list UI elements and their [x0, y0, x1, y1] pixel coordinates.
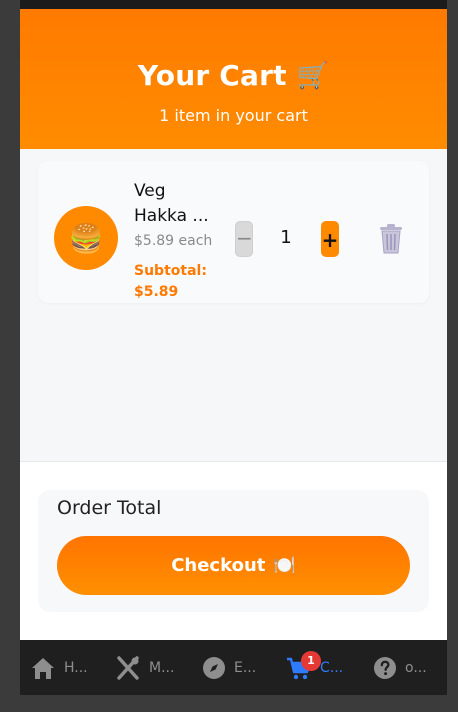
tab-menu[interactable]: M...: [115, 640, 174, 695]
tab-other[interactable]: o...: [373, 640, 427, 695]
item-unit-price: $5.89 each: [134, 233, 213, 249]
bottom-strip: [20, 695, 447, 712]
tab-menu-label: M...: [149, 659, 175, 676]
decrease-quantity-button[interactable]: −: [235, 221, 253, 257]
burger-icon: 🍔: [54, 206, 118, 270]
help-icon: [374, 656, 396, 679]
utensils-icon: [117, 655, 139, 680]
item-name: Veg Hakka ...: [134, 181, 209, 226]
title-row: Your Cart 🛒: [20, 59, 447, 92]
shopping-cart-icon: 🛒: [296, 60, 330, 91]
order-summary-area: Order Total Checkout 🍽️: [20, 461, 447, 640]
tab-home[interactable]: H...: [30, 640, 88, 695]
compass-icon: [203, 656, 225, 679]
cart-badge: 1: [301, 651, 321, 671]
tab-cart[interactable]: C... 1: [286, 640, 343, 695]
order-total-card: Order Total Checkout 🍽️: [38, 490, 429, 612]
cart-count-subtitle: 1 item in your cart: [159, 106, 308, 125]
status-bar: [20, 0, 447, 9]
tab-home-label: H...: [64, 659, 88, 676]
item-subtotal: Subtotal: $5.89: [134, 263, 207, 300]
app-screen: Your Cart 🛒 1 item in your cart 🍔 Veg Ha…: [20, 0, 447, 712]
trash-icon[interactable]: [377, 224, 405, 254]
bottom-tab-bar: H... M... E... C... 1 o...: [20, 640, 447, 695]
cart-item-card: 🍔 Veg Hakka ... $5.89 each Subtotal: $5.…: [38, 161, 429, 303]
quantity-value: 1: [280, 227, 292, 248]
order-total-label: Order Total: [57, 497, 162, 519]
tab-cart-label: C...: [320, 659, 344, 676]
tab-explore-label: E...: [234, 659, 257, 676]
home-icon: [32, 657, 54, 679]
checkout-button[interactable]: Checkout 🍽️: [57, 536, 410, 595]
plate-icon: 🍽️: [273, 554, 296, 576]
page-title: Your Cart: [137, 59, 287, 92]
tab-explore[interactable]: E...: [202, 640, 256, 695]
checkout-label: Checkout: [171, 555, 266, 576]
increase-quantity-button[interactable]: +: [321, 221, 339, 257]
tab-other-label: o...: [405, 659, 427, 676]
cart-header: Your Cart 🛒 1 item in your cart: [20, 9, 447, 149]
